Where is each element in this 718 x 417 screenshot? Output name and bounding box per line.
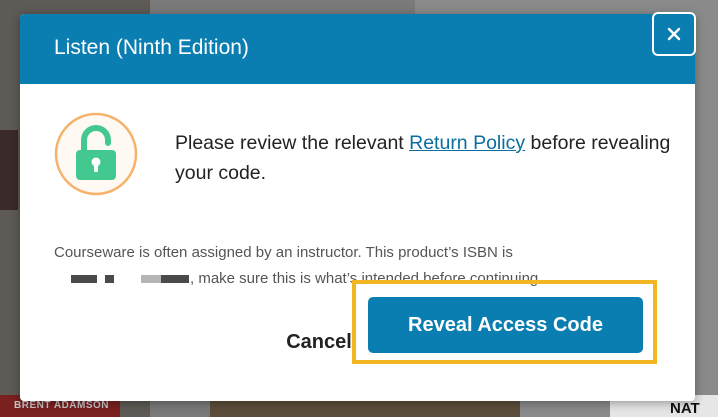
background-book-author: BRENT ADAMSON <box>14 400 110 411</box>
reveal-access-code-button[interactable]: Reveal Access Code <box>368 297 643 353</box>
message-text: Please review the relevant <box>175 132 410 154</box>
cancel-button[interactable]: Cancel <box>274 324 364 360</box>
redacted-isbn <box>71 273 189 285</box>
close-button[interactable] <box>652 12 696 56</box>
dialog-message: Please review the relevant Return Policy… <box>175 128 675 188</box>
return-policy-link[interactable]: Return Policy <box>409 132 525 154</box>
background-book-cover <box>0 130 18 210</box>
unlocked-padlock-icon <box>54 112 138 196</box>
close-icon <box>667 27 681 41</box>
note-text: Courseware is often assigned by an instr… <box>54 244 513 261</box>
background-book-title: NAT <box>670 400 700 417</box>
dialog-header: Listen (Ninth Edition) <box>20 14 695 84</box>
dialog-title: Listen (Ninth Edition) <box>54 36 249 59</box>
